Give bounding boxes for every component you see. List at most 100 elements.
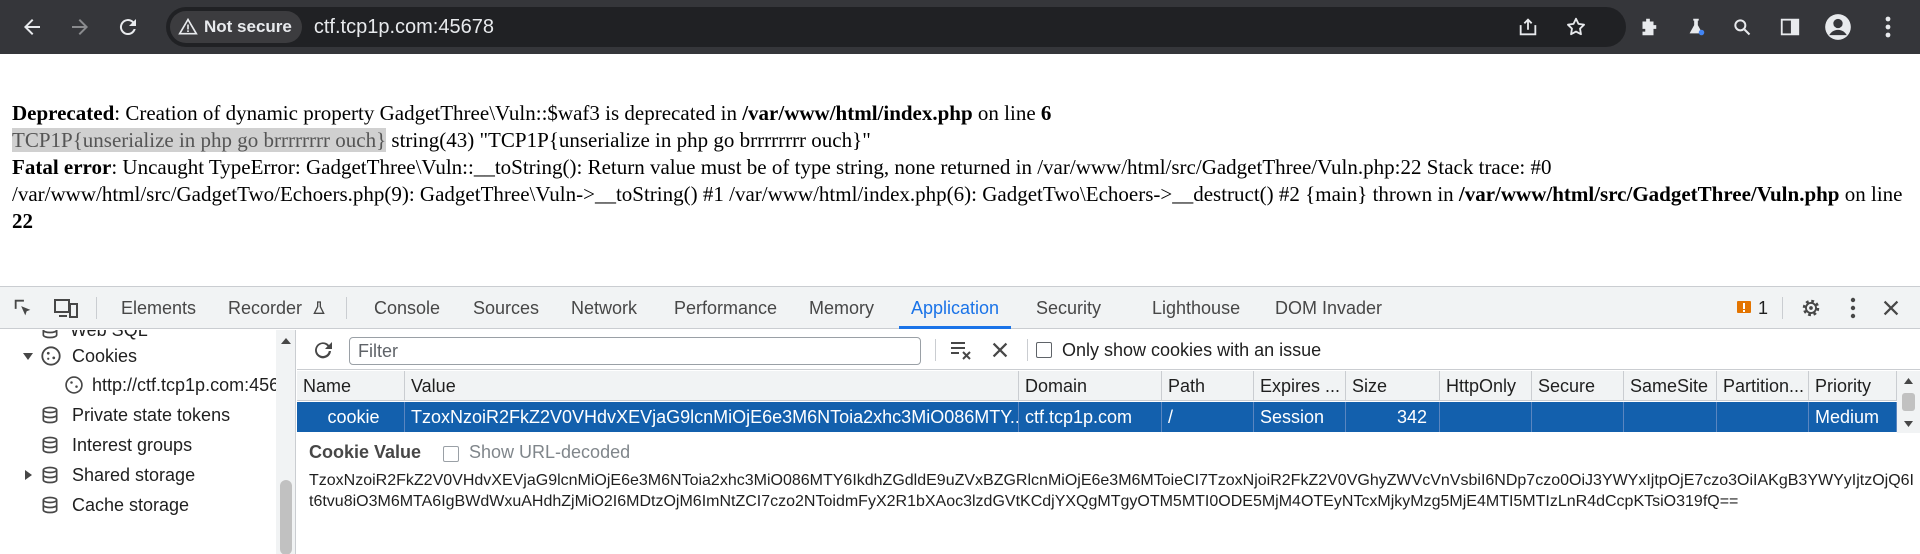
database-icon [42,496,58,514]
bookmark-star-icon[interactable] [1560,11,1592,43]
col-path[interactable]: Path [1162,371,1254,401]
labs-flask-icon[interactable] [1680,11,1712,43]
toolbar-separator [935,339,936,361]
inspect-element-icon[interactable] [12,297,34,324]
sidebar-item-cookie-origin[interactable]: http://ctf.tcp1p.com:45678 [64,371,295,399]
tab-security[interactable]: Security [1036,287,1101,329]
tab-elements[interactable]: Elements [121,287,196,329]
profile-avatar-icon[interactable] [1822,11,1854,43]
col-size[interactable]: Size [1346,371,1440,401]
col-httponly[interactable]: HttpOnly [1440,371,1532,401]
site-info-chip[interactable]: Not secure [170,11,302,43]
search-icon[interactable] [1726,11,1758,43]
scroll-up-arrow-icon [1904,378,1913,384]
cell-size: 342 [1346,402,1440,432]
col-expires[interactable]: Expires ... [1254,371,1346,401]
url-text[interactable]: ctf.tcp1p.com:45678 [314,16,494,39]
col-samesite[interactable]: SameSite [1624,371,1717,401]
application-sidebar: Web SQL Cookies http://ctf.tcp1p.com:456… [0,330,296,554]
flask-icon [313,301,325,314]
deprecated-message: Deprecated: Creation of dynamic property… [12,101,1052,125]
only-issue-checkbox[interactable] [1036,342,1052,358]
fatal-error-label: Fatal error [12,155,112,179]
tab-sources[interactable]: Sources [473,287,539,329]
devtools-panel: Elements Recorder Console Sources Networ… [0,286,1920,554]
tab-recorder[interactable]: Recorder [228,287,327,329]
forward-icon[interactable] [62,9,98,45]
devtools-menu-dots-icon[interactable] [1850,297,1856,324]
extensions-icon[interactable] [1632,11,1664,43]
table-scrollbar[interactable] [1897,371,1920,433]
cell-domain: ctf.tcp1p.com [1019,402,1162,432]
close-devtools-icon[interactable] [1880,297,1902,324]
col-name[interactable]: Name [297,371,405,401]
highlighted-flag: TCP1P{unserialize in php go brrrrrrrr ou… [12,128,387,152]
database-icon [42,330,58,339]
col-value[interactable]: Value [405,371,1019,401]
browser-toolbar: Not secure ctf.tcp1p.com:45678 [0,0,1920,54]
address-bar[interactable]: Not secure ctf.tcp1p.com:45678 [166,7,1626,47]
reload-icon[interactable] [110,9,146,45]
sidebar-item-cookies[interactable]: Cookies [22,342,137,370]
cell-priority: Medium [1809,402,1897,432]
cookie-icon [41,346,61,366]
col-priority[interactable]: Priority [1809,371,1897,401]
show-url-decoded-label: Show URL-decoded [469,442,631,462]
only-issue-label: Only show cookies with an issue [1062,340,1322,360]
sidebar-item-cache-storage[interactable]: Cache storage [40,491,189,519]
clear-all-cookies-icon[interactable] [949,339,973,366]
toolbar-separator [1027,339,1028,361]
cookie-value-header: Cookie Value Show URL-decoded [297,438,1920,468]
cookie-value-label: Cookie Value [309,442,422,462]
sidebar-scroll-thumb[interactable] [280,480,292,554]
tab-performance[interactable]: Performance [674,287,777,329]
cell-httponly [1440,402,1532,432]
database-icon [42,436,58,454]
tab-lighthouse[interactable]: Lighthouse [1152,287,1240,329]
tab-dom-invader[interactable]: DOM Invader [1275,287,1382,329]
sidebar-item-interest-groups[interactable]: Interest groups [40,431,192,459]
col-secure[interactable]: Secure [1532,371,1624,401]
issue-flag-icon [1737,301,1751,313]
share-icon[interactable] [1512,11,1544,43]
cookies-table-header: Name Value Domain Path Expires ... Size … [297,371,1897,401]
not-secure-label: Not secure [204,17,292,36]
cookies-toolbar: Filter Only show cookies with an issue [297,330,1920,370]
cell-partition [1717,402,1809,432]
table-scroll-thumb[interactable] [1902,393,1915,411]
tab-network[interactable]: Network [571,287,637,329]
col-domain[interactable]: Domain [1019,371,1162,401]
settings-gear-icon[interactable] [1800,297,1822,324]
show-url-decoded-checkbox[interactable] [443,446,459,462]
scroll-up-arrow-icon [281,338,291,344]
table-row[interactable]: cookie TzoxNzoiR2FkZ2V0VHdvXEVjaG9lcnMiO… [297,402,1897,432]
cookie-icon [65,376,83,394]
cell-value: TzoxNzoiR2FkZ2V0VHdvXEVjaG9lcnMiOjE6e3M6… [405,402,1019,432]
sidebar-scrollbar[interactable] [276,330,295,554]
tab-separator [96,297,97,319]
flag-output: TCP1P{unserialize in php go brrrrrrrr ou… [12,128,871,152]
scroll-down-arrow-icon [1904,421,1913,427]
tab-separator [346,297,347,319]
menu-dots-icon[interactable] [1872,11,1904,43]
back-icon[interactable] [14,9,50,45]
delete-selected-icon[interactable] [989,339,1011,366]
sidebar-item-private-state-tokens[interactable]: Private state tokens [40,401,230,429]
sidebar-item-shared-storage[interactable]: Shared storage [22,461,195,489]
col-partition[interactable]: Partition... [1717,371,1809,401]
tab-separator [1782,297,1783,319]
refresh-icon[interactable] [311,338,335,367]
device-toolbar-icon[interactable] [54,297,78,324]
filter-input[interactable]: Filter [349,337,921,365]
side-panel-icon[interactable] [1774,11,1806,43]
database-icon [42,466,58,484]
cookie-value-text[interactable]: TzoxNzoiR2FkZ2V0VHdvXEVjaG9lcnMiOjE6e3M6… [309,470,1914,512]
cookies-panel: Filter Only show cookies with an issue N… [297,330,1920,554]
tab-console[interactable]: Console [374,287,440,329]
cell-path: / [1162,402,1254,432]
tab-memory[interactable]: Memory [809,287,874,329]
tab-application[interactable]: Application [899,287,1012,329]
chevron-right-icon [25,470,32,480]
database-icon [42,406,58,424]
issues-badge[interactable]: 1 [1736,287,1768,329]
